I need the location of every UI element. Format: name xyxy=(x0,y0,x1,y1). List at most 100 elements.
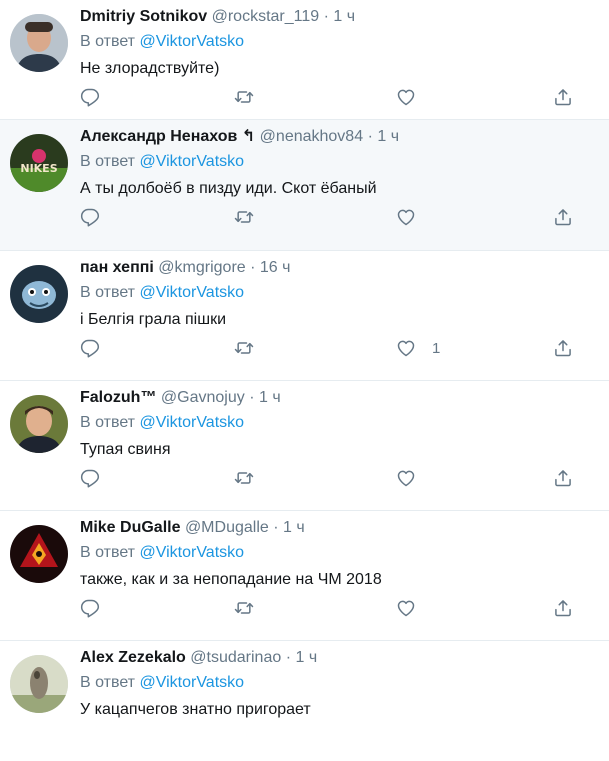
reply-context: В ответ @ViktorVatsko xyxy=(80,541,599,565)
user-handle[interactable]: @Gavnojuy xyxy=(161,389,245,406)
tweet-text: і Белгія грала пішки xyxy=(80,311,227,328)
display-name[interactable]: Alex Zezekalo xyxy=(80,649,186,666)
separator: · xyxy=(285,649,292,666)
display-name[interactable]: Александр Ненахов ↰ xyxy=(80,128,255,145)
action-bar xyxy=(80,597,580,621)
tweet[interactable]: Dmitriy Sotnikov @rockstar_119 · 1 ч В о… xyxy=(0,0,609,120)
retweet-icon xyxy=(234,598,254,618)
reply-button[interactable] xyxy=(80,206,100,228)
reply-button[interactable] xyxy=(80,86,100,108)
action-bar: 1 xyxy=(80,337,580,361)
avatar[interactable] xyxy=(10,395,68,453)
reply-prefix: В ответ xyxy=(80,33,136,50)
tweet[interactable]: Mike DuGalle @MDugalle · 1 ч В ответ @Vi… xyxy=(0,511,609,641)
svg-text:NIKES: NIKES xyxy=(20,162,57,175)
user-handle[interactable]: @nenakhov84 xyxy=(260,128,363,145)
reply-context: В ответ @ViktorVatsko xyxy=(80,671,599,695)
avatar[interactable] xyxy=(10,265,68,323)
tweet[interactable]: Alex Zezekalo @tsudarinao · 1 ч В ответ … xyxy=(0,641,609,761)
reply-context: В ответ @ViktorVatsko xyxy=(80,30,599,54)
separator: · xyxy=(250,259,256,276)
mention-link[interactable]: @ViktorVatsko xyxy=(139,414,244,431)
reply-prefix: В ответ xyxy=(80,414,136,431)
avatar[interactable]: NIKES xyxy=(10,134,68,192)
mention-link[interactable]: @ViktorVatsko xyxy=(139,153,244,170)
tweet-text: А ты долбоёб в пизду иди. Скот ёбаный xyxy=(80,180,377,197)
retweet-button[interactable] xyxy=(234,597,254,619)
share-button[interactable] xyxy=(553,467,573,489)
retweet-icon xyxy=(234,338,254,358)
mention-link[interactable]: @ViktorVatsko xyxy=(139,33,244,50)
tweet-text: У кацапчегов знатно пригорает xyxy=(80,701,311,718)
tweet-text: также, как и за непопадание на ЧМ 2018 xyxy=(80,571,382,588)
separator: · xyxy=(323,8,329,25)
avatar[interactable] xyxy=(10,14,68,72)
reply-prefix: В ответ xyxy=(80,153,136,170)
retweet-button[interactable] xyxy=(234,206,254,228)
timestamp[interactable]: 1 ч xyxy=(377,128,399,145)
like-count: 1 xyxy=(432,339,441,357)
share-button[interactable] xyxy=(553,597,573,619)
retweet-button[interactable] xyxy=(234,86,254,108)
share-icon xyxy=(553,338,573,358)
avatar[interactable] xyxy=(10,655,68,713)
like-icon xyxy=(396,338,416,358)
reply-prefix: В ответ xyxy=(80,544,136,561)
share-button[interactable] xyxy=(553,337,573,359)
like-button[interactable] xyxy=(396,206,432,228)
reply-icon xyxy=(80,468,100,488)
reply-feed: Dmitriy Sotnikov @rockstar_119 · 1 ч В о… xyxy=(0,0,609,761)
like-button[interactable] xyxy=(396,467,432,489)
timestamp[interactable]: 1 ч xyxy=(283,519,305,536)
reply-icon xyxy=(80,598,100,618)
separator: · xyxy=(249,389,255,406)
reply-prefix: В ответ xyxy=(80,674,136,691)
tweet[interactable]: пан хеппі @kmgrigore · 16 ч В ответ @Vik… xyxy=(0,251,609,381)
reply-button[interactable] xyxy=(80,337,100,359)
reply-context: В ответ @ViktorVatsko xyxy=(80,411,599,435)
user-handle[interactable]: @MDugalle xyxy=(185,519,269,536)
share-button[interactable] xyxy=(553,206,573,228)
tweet[interactable]: Falozuh™ @Gavnojuy · 1 ч В ответ @Viktor… xyxy=(0,381,609,511)
reply-button[interactable] xyxy=(80,467,100,489)
timestamp[interactable]: 1 ч xyxy=(333,8,355,25)
display-name[interactable]: Mike DuGalle xyxy=(80,519,180,536)
tweet-text: Не злорадствуйте) xyxy=(80,60,220,77)
separator: · xyxy=(367,128,373,145)
retweet-icon xyxy=(234,207,254,227)
mention-link[interactable]: @ViktorVatsko xyxy=(139,544,244,561)
timestamp[interactable]: 1 ч xyxy=(295,649,317,666)
user-handle[interactable]: @tsudarinao xyxy=(190,649,281,666)
timestamp[interactable]: 16 ч xyxy=(260,259,291,276)
retweet-button[interactable] xyxy=(234,337,254,359)
like-button[interactable] xyxy=(396,597,432,619)
like-icon xyxy=(396,207,416,227)
user-handle[interactable]: @kmgrigore xyxy=(158,259,245,276)
retweet-button[interactable] xyxy=(234,467,254,489)
share-icon xyxy=(553,468,573,488)
retweet-icon xyxy=(234,87,254,107)
tweet[interactable]: NIKES Александр Ненахов ↰ @nenakhov84 · … xyxy=(0,120,609,251)
action-bar xyxy=(80,86,580,110)
mention-link[interactable]: @ViktorVatsko xyxy=(139,674,244,691)
reply-button[interactable] xyxy=(80,597,100,619)
retweet-icon xyxy=(234,468,254,488)
action-bar xyxy=(80,467,580,491)
reply-prefix: В ответ xyxy=(80,284,136,301)
display-name[interactable]: пан хеппі xyxy=(80,259,154,276)
share-icon xyxy=(553,87,573,107)
display-name[interactable]: Falozuh™ xyxy=(80,389,156,406)
like-icon xyxy=(396,87,416,107)
action-bar xyxy=(80,206,580,230)
mention-link[interactable]: @ViktorVatsko xyxy=(139,284,244,301)
share-button[interactable] xyxy=(553,86,573,108)
separator: · xyxy=(273,519,279,536)
like-icon xyxy=(396,598,416,618)
like-button[interactable]: 1 xyxy=(396,337,440,359)
timestamp[interactable]: 1 ч xyxy=(259,389,281,406)
reply-icon xyxy=(80,338,100,358)
display-name[interactable]: Dmitriy Sotnikov xyxy=(80,8,207,25)
user-handle[interactable]: @rockstar_119 xyxy=(212,8,320,25)
avatar[interactable] xyxy=(10,525,68,583)
like-button[interactable] xyxy=(396,86,432,108)
